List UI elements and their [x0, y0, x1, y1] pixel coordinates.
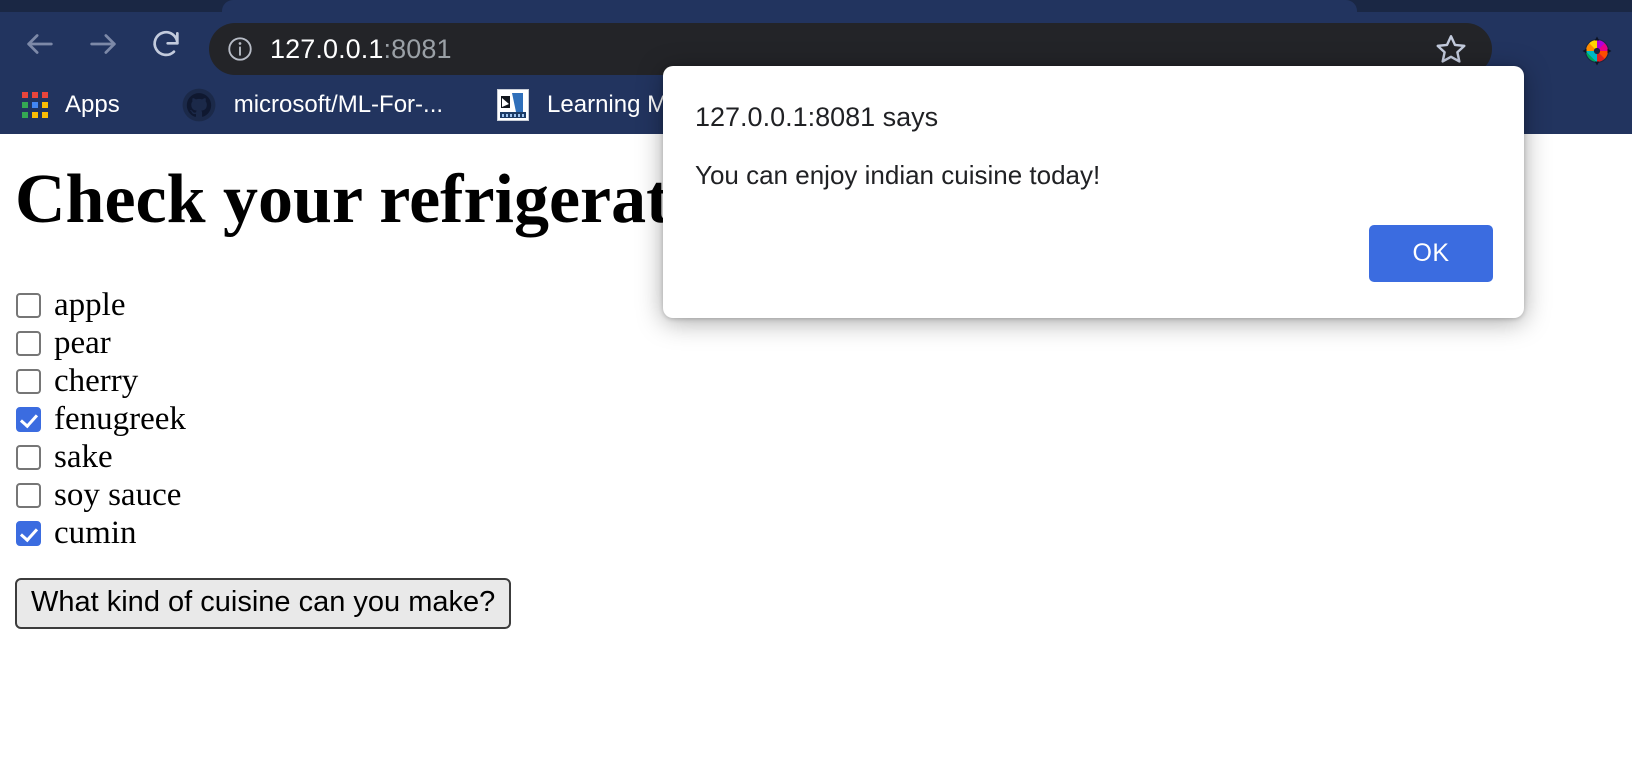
reload-icon: [149, 27, 183, 61]
checkbox-soy-sauce[interactable]: [16, 482, 41, 508]
ingredient-label: pear: [54, 324, 111, 361]
ingredient-checklist: apple pear cherry fenugreek sake soy sau…: [16, 286, 186, 552]
bookmark-item-github[interactable]: microsoft/ML-For-...: [182, 85, 443, 125]
color-wheel-icon[interactable]: [1580, 34, 1614, 68]
ingredient-label: cherry: [54, 362, 139, 399]
github-icon: [182, 88, 216, 122]
list-item[interactable]: sake: [16, 438, 186, 476]
checkbox-cumin[interactable]: [16, 520, 41, 546]
list-item[interactable]: cherry: [16, 362, 186, 400]
back-button[interactable]: [17, 21, 63, 67]
arrow-right-icon: [86, 27, 120, 61]
address-bar-port: :8081: [383, 33, 452, 64]
what-cuisine-button[interactable]: What kind of cuisine can you make?: [15, 578, 512, 629]
ingredient-label: apple: [54, 286, 126, 323]
bookmark-item-apps[interactable]: Apps: [22, 85, 120, 125]
checkbox-apple[interactable]: [16, 292, 41, 318]
dialog-ok-button[interactable]: OK: [1369, 225, 1493, 282]
bookmark-label-github: microsoft/ML-For-...: [233, 91, 444, 118]
bookmark-label-apps: Apps: [65, 91, 120, 118]
info-circle-icon[interactable]: [226, 35, 254, 63]
address-bar-host: 127.0.0.1: [270, 33, 384, 64]
list-item[interactable]: pear: [16, 324, 186, 362]
ingredient-label: sake: [54, 438, 113, 475]
ingredient-label: cumin: [54, 514, 137, 551]
list-item[interactable]: cumin: [16, 514, 186, 552]
forward-button[interactable]: [80, 21, 126, 67]
checkbox-fenugreek[interactable]: [16, 406, 41, 432]
checkbox-sake[interactable]: [16, 444, 41, 470]
page-title: Check your refrigerator.: [15, 161, 747, 238]
dialog-origin-text: 127.0.0.1:8081 says: [695, 102, 939, 132]
checkbox-cherry[interactable]: [16, 368, 41, 394]
dialog-message-text: You can enjoy indian cuisine today!: [695, 160, 1101, 190]
arrow-left-icon: [23, 27, 57, 61]
learning-manager-favicon: [497, 89, 530, 121]
checkbox-pear[interactable]: [16, 330, 41, 356]
star-outline-icon[interactable]: [1434, 32, 1468, 66]
ingredient-label: fenugreek: [54, 400, 186, 437]
reload-button[interactable]: [143, 21, 189, 67]
javascript-alert-dialog: 127.0.0.1:8081 says You can enjoy indian…: [663, 66, 1524, 318]
ingredient-label: soy sauce: [54, 476, 182, 513]
address-bar-text[interactable]: 127.0.0.1:8081: [270, 34, 1434, 65]
list-item[interactable]: soy sauce: [16, 476, 186, 514]
active-tab[interactable]: [222, 0, 1357, 12]
list-item[interactable]: apple: [16, 286, 186, 324]
list-item[interactable]: fenugreek: [16, 400, 186, 438]
tab-strip: [0, 0, 1632, 12]
apps-grid-icon: [22, 92, 48, 118]
